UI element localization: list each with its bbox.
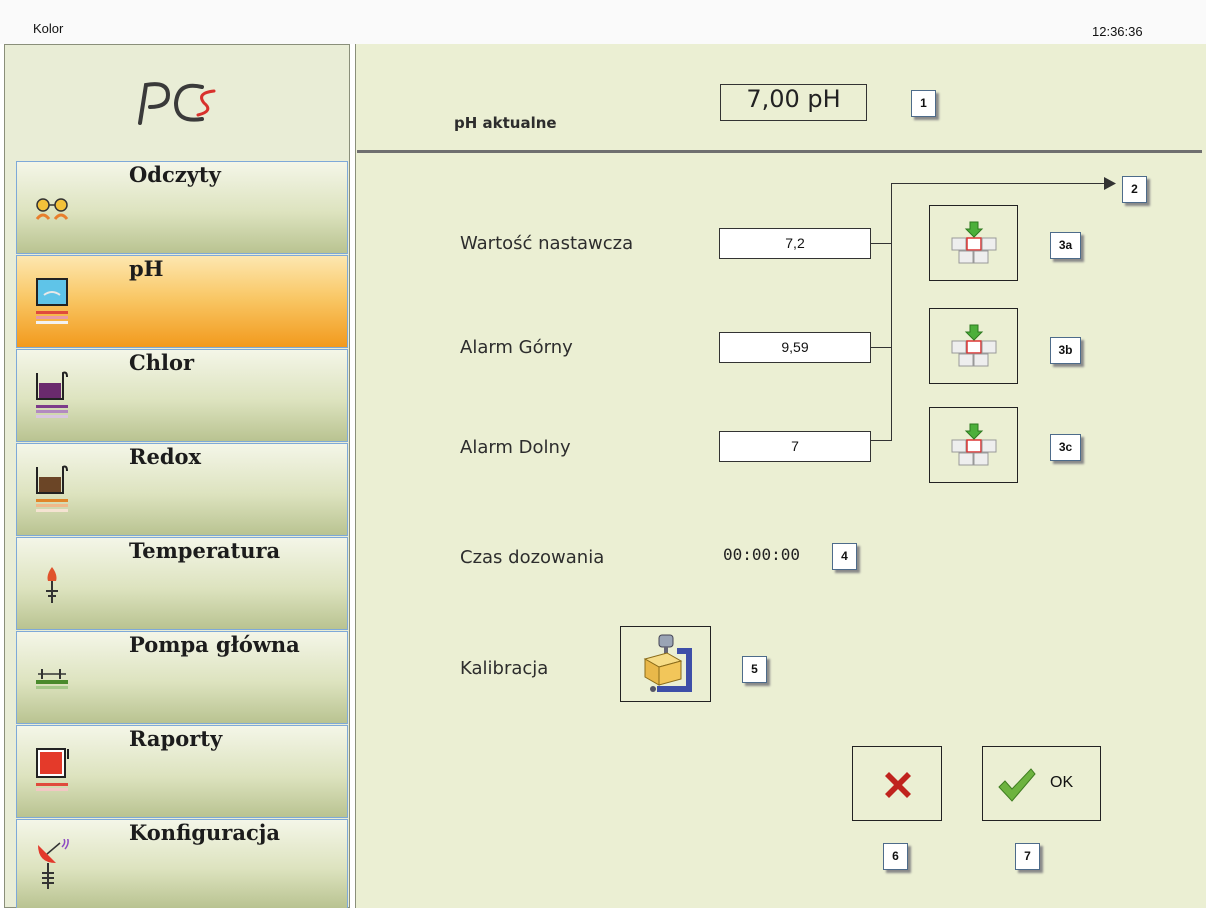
connector-line (891, 183, 892, 441)
sidebar-item-redox[interactable]: Redox (16, 443, 348, 536)
close-icon (885, 772, 911, 798)
connector-line (870, 243, 892, 244)
connector-line (870, 440, 892, 441)
sidebar: Odczyty pH Chlor Redox Temperatura Pompa… (4, 44, 350, 908)
sidebar-item-label: Temperatura (129, 538, 281, 563)
tag-3b: 3b (1050, 337, 1081, 364)
sidebar-item-chlor[interactable]: Chlor (16, 349, 348, 442)
sidebar-item-label: Raporty (129, 726, 223, 751)
tag-3c: 3c (1050, 434, 1081, 461)
alarm-high-keypad-button[interactable] (929, 308, 1018, 384)
tag-4: 4 (832, 543, 857, 570)
tag-5: 5 (742, 656, 767, 683)
pump-icon (36, 669, 68, 689)
tag-6: 6 (883, 843, 908, 870)
keypad-icon (951, 324, 997, 367)
divider (357, 150, 1202, 153)
redox-tank-icon (36, 465, 68, 512)
cancel-button[interactable] (852, 746, 942, 821)
sidebar-item-konfiguracja[interactable]: Konfiguracja (16, 819, 348, 908)
sidebar-item-label: pH (129, 256, 164, 281)
checkmark-icon (998, 768, 1036, 802)
ph-current-value: 7,00 pH (720, 84, 867, 121)
arrow-right-icon (1104, 177, 1116, 190)
glasses-icon (35, 198, 69, 220)
ok-button[interactable]: OK (982, 746, 1101, 821)
keypad-icon (951, 221, 997, 264)
sidebar-item-odczyty[interactable]: Odczyty (16, 161, 348, 254)
pcs-logo-icon (138, 82, 216, 125)
dosing-time-value: 00:00:00 (723, 545, 801, 564)
window-title: Kolor (33, 21, 64, 36)
sidebar-item-label: Konfiguracja (129, 820, 280, 845)
calibration-label: Kalibracja (460, 658, 549, 679)
sidebar-item-label: Pompa główna (129, 632, 300, 657)
sidebar-item-ph[interactable]: pH (16, 255, 348, 348)
alarm-low-keypad-button[interactable] (929, 407, 1018, 483)
alarm-low-input[interactable]: 7 (719, 431, 871, 462)
sidebar-item-label: Chlor (129, 350, 195, 375)
alarm-high-label: Alarm Górny (460, 337, 573, 358)
calibration-clamp-icon (643, 634, 692, 692)
tag-2: 2 (1122, 176, 1147, 203)
title-bar: Kolor 12:36:36 (0, 0, 1206, 44)
satellite-dish-icon (38, 839, 69, 889)
keypad-icon (951, 423, 997, 466)
dosing-time-label: Czas dozowania (460, 547, 605, 568)
reports-icon (36, 748, 69, 791)
sidebar-item-label: Odczyty (129, 162, 221, 187)
sidebar-item-pompa-glowna[interactable]: Pompa główna (16, 631, 348, 724)
chlor-tank-icon (36, 371, 68, 418)
alarm-high-input[interactable]: 9,59 (719, 332, 871, 363)
alarm-low-label: Alarm Dolny (460, 437, 571, 458)
ok-label: OK (1050, 774, 1074, 791)
ph-current-label: pH aktualne (454, 114, 557, 132)
connector-line (891, 183, 1113, 184)
thermometer-icon (46, 567, 58, 603)
clock-display: 12:36:36 (1092, 24, 1143, 39)
pcs-logo (5, 45, 349, 161)
tag-7: 7 (1015, 843, 1040, 870)
sidebar-item-temperatura[interactable]: Temperatura (16, 537, 348, 630)
calibration-button[interactable] (620, 626, 711, 702)
ph-beaker-icon (36, 278, 68, 324)
tag-1: 1 (911, 90, 936, 117)
setpoint-keypad-button[interactable] (929, 205, 1018, 281)
connector-line (870, 347, 892, 348)
tag-3a: 3a (1050, 232, 1081, 259)
setpoint-input[interactable]: 7,2 (719, 228, 871, 259)
setpoint-label: Wartość nastawcza (460, 233, 634, 254)
sidebar-item-label: Redox (129, 444, 202, 469)
sidebar-item-raporty[interactable]: Raporty (16, 725, 348, 818)
